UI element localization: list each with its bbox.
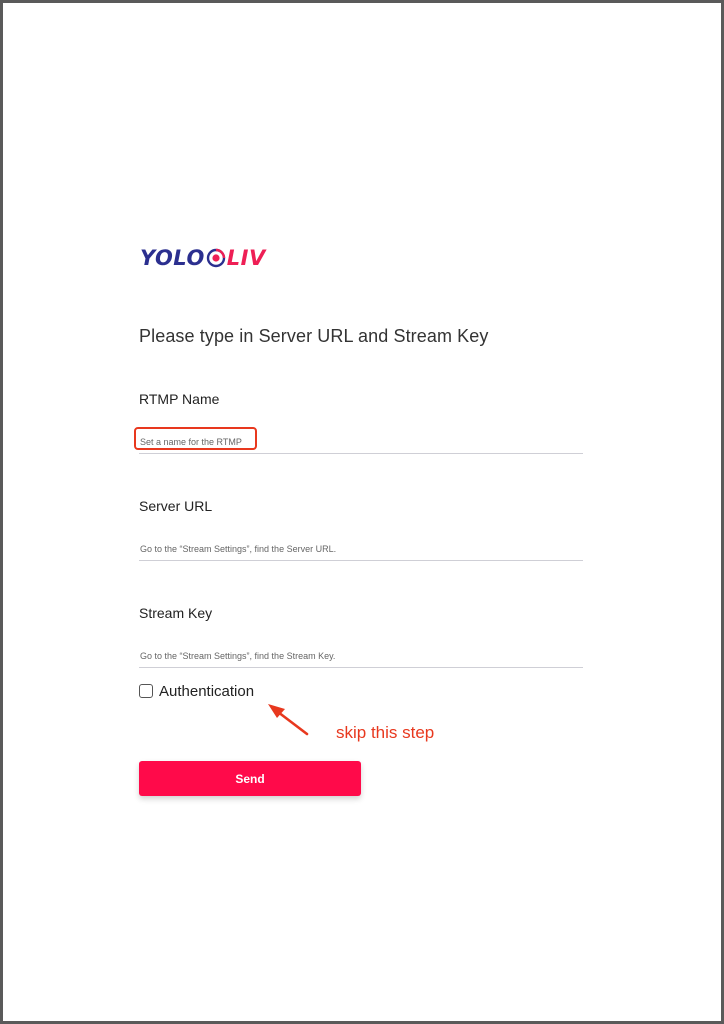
arrow-icon: [268, 704, 309, 736]
highlight-box: [134, 427, 257, 450]
page-title: Please type in Server URL and Stream Key: [139, 326, 489, 346]
stream-key-input[interactable]: [139, 644, 583, 668]
server-url-label: Server URL: [139, 498, 213, 514]
authentication-option[interactable]: Authentication: [139, 683, 254, 700]
logo-text-left: YOLO: [140, 246, 205, 270]
target-logo-icon: [206, 248, 225, 268]
server-url-input[interactable]: [139, 537, 583, 561]
logo-text-right: LIV: [226, 246, 266, 270]
authentication-label[interactable]: Authentication: [159, 683, 254, 700]
annotation-text: skip this step: [336, 723, 435, 742]
page-frame: YOLO LIV Please type in Server URL and S…: [0, 0, 724, 1024]
yololiv-logo: YOLO LIV: [140, 243, 266, 273]
send-button[interactable]: Send: [139, 761, 361, 796]
rtmp-name-label: RTMP Name: [139, 391, 220, 407]
stream-key-label: Stream Key: [139, 605, 213, 621]
authentication-checkbox[interactable]: [139, 683, 153, 698]
